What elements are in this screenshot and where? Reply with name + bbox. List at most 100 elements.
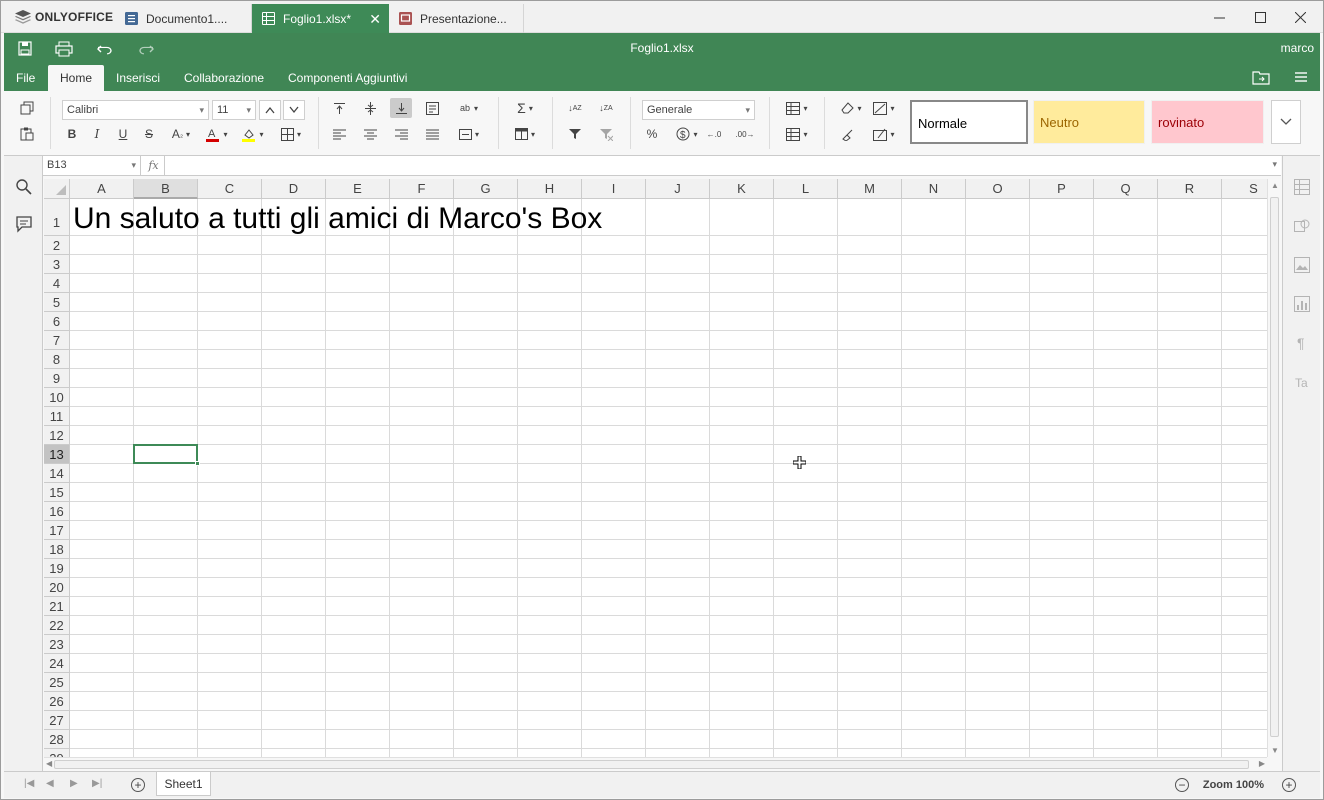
borders-icon[interactable]: ▾	[276, 124, 306, 144]
column-header-g[interactable]: G	[454, 179, 518, 199]
row-header-21[interactable]: 21	[44, 597, 70, 616]
tab-file[interactable]: File	[4, 65, 47, 91]
currency-icon[interactable]: $ ▾	[672, 124, 702, 144]
font-size-select[interactable]: 11 ▾	[212, 100, 256, 120]
expand-formula-icon[interactable]: ▾	[1272, 159, 1277, 170]
add-sheet-icon[interactable]: +	[131, 778, 145, 792]
row-header-19[interactable]: 19	[44, 559, 70, 578]
row-header-28[interactable]: 28	[44, 730, 70, 749]
chart-settings-icon[interactable]	[1294, 296, 1310, 312]
row-header-20[interactable]: 20	[44, 578, 70, 597]
underline-icon[interactable]: U	[112, 124, 134, 144]
style-neutral[interactable]: Neutro	[1033, 100, 1145, 144]
row-header-3[interactable]: 3	[44, 255, 70, 274]
paste-icon[interactable]	[16, 124, 38, 144]
row-header-11[interactable]: 11	[44, 407, 70, 426]
row-header-9[interactable]: 9	[44, 369, 70, 388]
next-sheet-icon[interactable]: ▶	[70, 778, 78, 789]
scroll-right-icon[interactable]: ▶	[1259, 759, 1265, 768]
tab-spreadsheet[interactable]: Foglio1.xlsx* ✕	[252, 4, 389, 33]
copy-style-icon[interactable]	[836, 124, 858, 144]
row-header-8[interactable]: 8	[44, 350, 70, 369]
selected-cell[interactable]	[133, 444, 198, 464]
filter-icon[interactable]	[564, 124, 586, 144]
row-header-1[interactable]: 1	[44, 199, 70, 236]
row-header-17[interactable]: 17	[44, 521, 70, 540]
increase-font-icon[interactable]	[259, 100, 281, 120]
minimize-icon[interactable]	[1199, 1, 1239, 33]
row-header-22[interactable]: 22	[44, 616, 70, 635]
column-header-m[interactable]: M	[838, 179, 902, 199]
decrease-font-icon[interactable]	[283, 100, 305, 120]
align-center-icon[interactable]	[359, 124, 381, 144]
shape-settings-icon[interactable]	[1294, 218, 1310, 234]
row-header-6[interactable]: 6	[44, 312, 70, 331]
image-settings-icon[interactable]	[1294, 257, 1310, 273]
column-header-b[interactable]: B	[134, 179, 198, 199]
search-icon[interactable]	[15, 178, 33, 196]
column-header-d[interactable]: D	[262, 179, 326, 199]
conditional-formatting-icon[interactable]: ▾	[869, 98, 899, 118]
percent-icon[interactable]: %	[641, 124, 663, 144]
column-header-o[interactable]: O	[966, 179, 1030, 199]
row-header-23[interactable]: 23	[44, 635, 70, 654]
font-color-icon[interactable]: A ▾	[202, 124, 232, 144]
insert-cells-icon[interactable]: ▾	[782, 98, 812, 118]
table-template-icon[interactable]: ▾	[510, 124, 540, 144]
styles-more-button[interactable]	[1271, 100, 1301, 144]
align-justify-icon[interactable]	[421, 124, 443, 144]
column-header-l[interactable]: L	[774, 179, 838, 199]
align-middle-icon[interactable]	[359, 98, 381, 118]
tab-inserisci[interactable]: Inserisci	[104, 65, 172, 91]
column-header-h[interactable]: H	[518, 179, 582, 199]
fill-handle[interactable]	[195, 461, 200, 466]
row-header-18[interactable]: 18	[44, 540, 70, 559]
tab-document[interactable]: Documento1....	[115, 4, 252, 33]
spreadsheet-grid[interactable]: A B C D E F G H I J K L M N O P Q R S 1 2 3 4 5 6 7 8 9 10 11 12 13 14 15…	[44, 179, 1267, 757]
horizontal-scroll-thumb[interactable]	[54, 760, 1249, 769]
close-tab-icon[interactable]: ✕	[369, 11, 381, 28]
named-ranges-icon[interactable]: ▾	[869, 124, 899, 144]
last-sheet-icon[interactable]: ▶|	[92, 778, 102, 789]
delete-cells-icon[interactable]: ▾	[782, 124, 812, 144]
number-format-select[interactable]: Generale ▾	[642, 100, 755, 120]
tab-home[interactable]: Home	[48, 65, 105, 91]
sort-ascending-icon[interactable]: ↓ AZ	[564, 98, 586, 118]
row-header-27[interactable]: 27	[44, 711, 70, 730]
column-header-c[interactable]: C	[198, 179, 262, 199]
copy-icon[interactable]	[16, 98, 38, 118]
scroll-down-icon[interactable]: ▼	[1271, 746, 1279, 755]
clear-filter-icon[interactable]	[595, 124, 617, 144]
text-art-settings-icon[interactable]: Ta	[1294, 374, 1310, 390]
wrap-text-icon[interactable]	[421, 98, 443, 118]
row-header-10[interactable]: 10	[44, 388, 70, 407]
zoom-in-icon[interactable]: +	[1282, 778, 1296, 792]
maximize-icon[interactable]	[1240, 1, 1280, 33]
column-header-q[interactable]: Q	[1094, 179, 1158, 199]
strikethrough-icon[interactable]: S	[138, 124, 160, 144]
paragraph-settings-icon[interactable]: ¶	[1294, 335, 1310, 351]
column-header-s[interactable]: S	[1222, 179, 1267, 199]
zoom-out-icon[interactable]: −	[1175, 778, 1189, 792]
cell-a1[interactable]: Un saluto a tutti gli amici di Marco's B…	[73, 199, 602, 236]
subscript-icon[interactable]: A ₂ ▾	[166, 124, 196, 144]
bold-icon[interactable]: B	[61, 124, 83, 144]
row-header-15[interactable]: 15	[44, 483, 70, 502]
column-header-i[interactable]: I	[582, 179, 646, 199]
sum-icon[interactable]: Σ ▾	[510, 98, 540, 118]
user-name[interactable]: marco	[1281, 41, 1314, 55]
increase-decimal-icon[interactable]: .00→	[734, 124, 756, 144]
column-header-k[interactable]: K	[710, 179, 774, 199]
column-header-n[interactable]: N	[902, 179, 966, 199]
tab-presentation[interactable]: Presentazione...	[389, 4, 524, 33]
row-header-12[interactable]: 12	[44, 426, 70, 445]
merge-cells-icon[interactable]: ▾	[454, 124, 484, 144]
decrease-decimal-icon[interactable]: ←.0	[703, 124, 725, 144]
scroll-left-icon[interactable]: ◀	[46, 759, 52, 768]
font-name-select[interactable]: Calibri ▾	[62, 100, 209, 120]
tab-componenti-aggiuntivi[interactable]: Componenti Aggiuntivi	[276, 65, 419, 91]
row-header-16[interactable]: 16	[44, 502, 70, 521]
style-bad[interactable]: rovinato	[1151, 100, 1264, 144]
align-bottom-icon[interactable]	[390, 98, 412, 118]
align-top-icon[interactable]	[328, 98, 350, 118]
